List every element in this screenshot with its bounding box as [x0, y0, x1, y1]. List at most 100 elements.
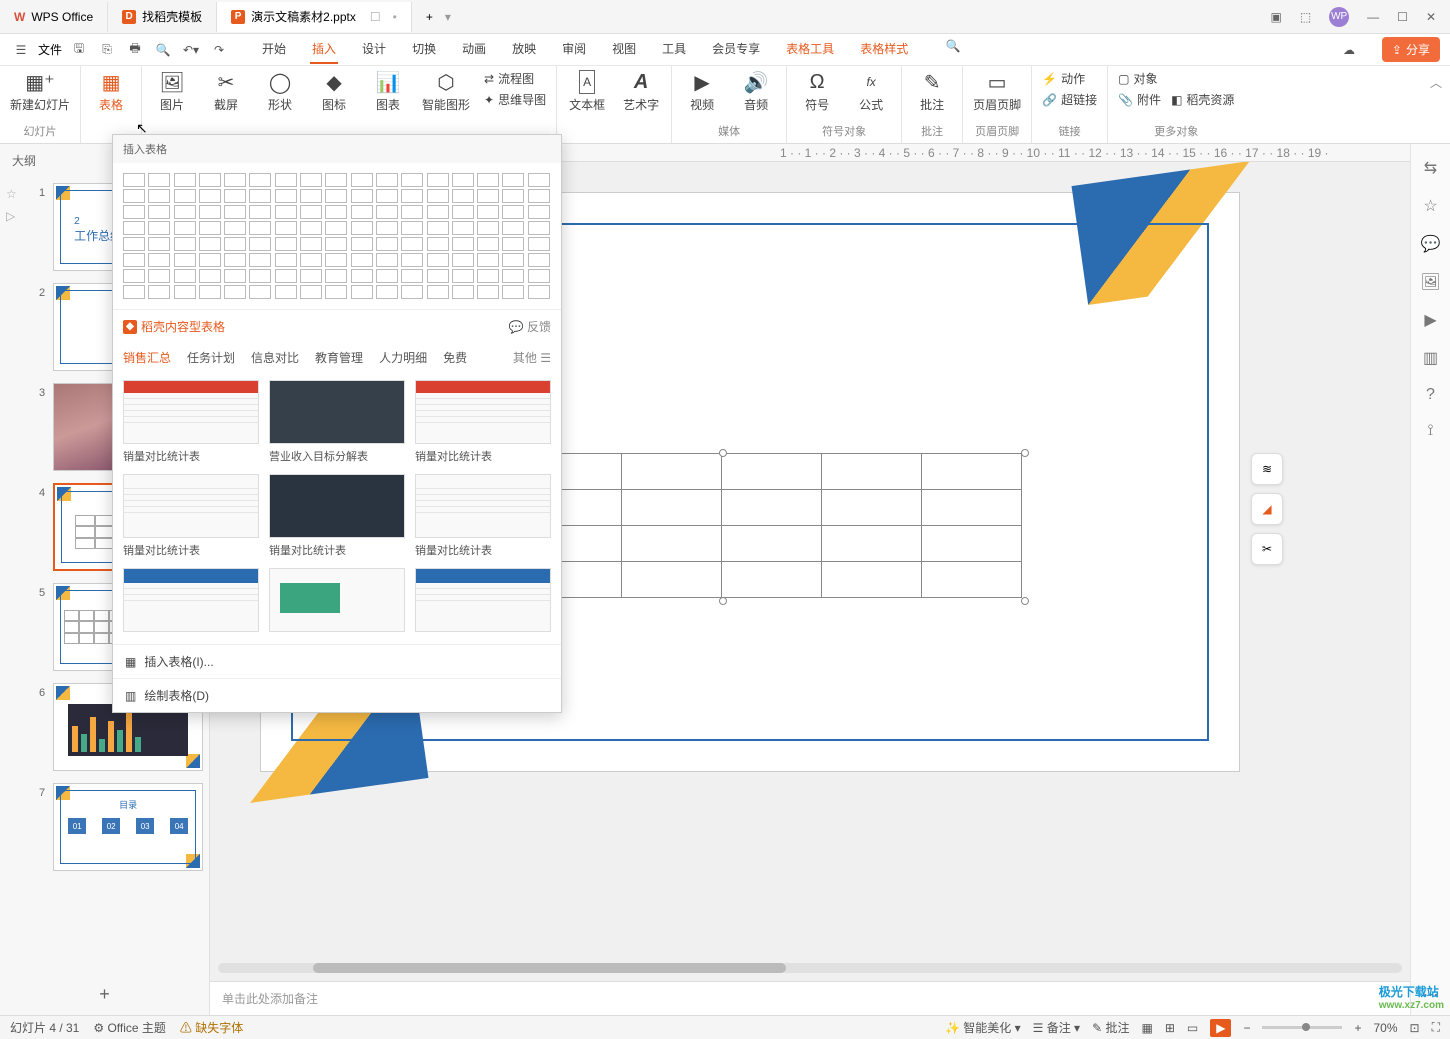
menu-table-tools[interactable]: 表格工具: [784, 35, 836, 64]
grid-cell[interactable]: [300, 237, 322, 251]
grid-cell[interactable]: [351, 221, 373, 235]
zoom-slider[interactable]: [1262, 1026, 1342, 1029]
grid-cell[interactable]: [174, 189, 196, 203]
grid-cell[interactable]: [148, 205, 170, 219]
grid-cell[interactable]: [199, 285, 221, 299]
grid-cell[interactable]: [427, 173, 449, 187]
grid-cell[interactable]: [401, 221, 423, 235]
grid-cell[interactable]: [376, 221, 398, 235]
grid-cell[interactable]: [199, 173, 221, 187]
window-maximize[interactable]: ☐: [1397, 10, 1408, 24]
grid-cell[interactable]: [300, 221, 322, 235]
view-reading-icon[interactable]: ▭: [1187, 1021, 1198, 1035]
grid-cell[interactable]: [224, 221, 246, 235]
chart-button[interactable]: 📊图表: [368, 70, 408, 113]
float-crop-icon[interactable]: ✂: [1251, 533, 1283, 565]
grid-cell[interactable]: [275, 205, 297, 219]
grid-cell[interactable]: [275, 253, 297, 267]
grid-cell[interactable]: [275, 221, 297, 235]
grid-cell[interactable]: [376, 237, 398, 251]
rail-star-icon[interactable]: ☆: [1423, 196, 1437, 216]
menu-view[interactable]: 视图: [610, 35, 638, 64]
h-scrollbar[interactable]: [218, 963, 1402, 973]
shapes-button[interactable]: ◯形状: [260, 70, 300, 113]
grid-cell[interactable]: [401, 269, 423, 283]
grid-cell[interactable]: [148, 253, 170, 267]
grid-cell[interactable]: [502, 173, 524, 187]
grid-cell[interactable]: [325, 221, 347, 235]
rail-settings-icon[interactable]: ⇆: [1424, 158, 1437, 178]
grid-cell[interactable]: [325, 205, 347, 219]
grid-cell[interactable]: [249, 173, 271, 187]
grid-cell[interactable]: [477, 253, 499, 267]
grid-cell[interactable]: [401, 173, 423, 187]
cat-task[interactable]: 任务计划: [187, 349, 235, 366]
grid-cell[interactable]: [452, 173, 474, 187]
grid-cell[interactable]: [300, 285, 322, 299]
grid-cell[interactable]: [224, 205, 246, 219]
menu-member[interactable]: 会员专享: [710, 35, 762, 64]
tab-document[interactable]: P演示文稿素材2.pptx☐•: [217, 2, 412, 32]
grid-cell[interactable]: [502, 253, 524, 267]
menu-icon[interactable]: ☰: [10, 39, 32, 61]
grid-cell[interactable]: [275, 173, 297, 187]
fit-icon[interactable]: ⊡: [1410, 1021, 1420, 1035]
grid-cell[interactable]: [123, 285, 145, 299]
thumb-7[interactable]: 7目录 01 02 03 04: [6, 783, 203, 871]
template-item[interactable]: [415, 568, 551, 636]
selection-handle[interactable]: [719, 597, 727, 605]
grid-cell[interactable]: [148, 189, 170, 203]
grid-cell[interactable]: [502, 205, 524, 219]
grid-cell[interactable]: [376, 205, 398, 219]
video-button[interactable]: ▶视频: [682, 70, 722, 113]
cat-free[interactable]: 免费: [443, 349, 467, 366]
selection-handle[interactable]: [1021, 597, 1029, 605]
grid-cell[interactable]: [300, 189, 322, 203]
redo-icon[interactable]: ↷: [208, 39, 230, 61]
grid-cell[interactable]: [351, 189, 373, 203]
grid-cell[interactable]: [452, 253, 474, 267]
cloud-icon[interactable]: ☁: [1338, 39, 1360, 61]
grid-cell[interactable]: [123, 173, 145, 187]
menu-table-style[interactable]: 表格样式: [858, 35, 910, 64]
picture-button[interactable]: 🖼图片: [152, 70, 192, 113]
menu-animation[interactable]: 动画: [460, 35, 488, 64]
grid-cell[interactable]: [477, 205, 499, 219]
template-item[interactable]: 销量对比统计表: [269, 474, 405, 558]
menu-start[interactable]: 开始: [260, 35, 288, 64]
grid-cell[interactable]: [477, 237, 499, 251]
template-item[interactable]: 销量对比统计表: [415, 380, 551, 464]
flowchart-button[interactable]: ⇄流程图: [484, 70, 546, 87]
grid-cell[interactable]: [123, 237, 145, 251]
grid-cell[interactable]: [224, 253, 246, 267]
cat-info[interactable]: 信息对比: [251, 349, 299, 366]
grid-cell[interactable]: [528, 253, 550, 267]
zoom-in[interactable]: +: [1354, 1021, 1361, 1035]
theme-indicator[interactable]: ⚙ Office 主题: [93, 1019, 166, 1036]
cube-icon[interactable]: ▣: [1270, 10, 1281, 24]
grid-cell[interactable]: [401, 205, 423, 219]
grid-cell[interactable]: [199, 237, 221, 251]
grid-cell[interactable]: [427, 269, 449, 283]
template-item[interactable]: [269, 568, 405, 636]
preview-icon[interactable]: 🔍: [152, 39, 174, 61]
grid-cell[interactable]: [427, 189, 449, 203]
save-icon[interactable]: 🖫: [68, 39, 90, 61]
rail-chat-icon[interactable]: 💬: [1421, 234, 1441, 254]
tab-docell[interactable]: D找稻壳模板: [108, 2, 217, 32]
grid-cell[interactable]: [401, 189, 423, 203]
grid-cell[interactable]: [224, 189, 246, 203]
zoom-value[interactable]: 70%: [1374, 1021, 1398, 1035]
grid-cell[interactable]: [249, 221, 271, 235]
grid-cell[interactable]: [148, 173, 170, 187]
grid-cell[interactable]: [477, 269, 499, 283]
file-menu[interactable]: 文件: [38, 41, 62, 58]
headerfooter-button[interactable]: ▭页眉页脚: [973, 70, 1021, 113]
smartart-button[interactable]: ⬡智能图形: [422, 70, 470, 113]
textbox-button[interactable]: A文本框: [567, 70, 607, 113]
grid-cell[interactable]: [325, 253, 347, 267]
print-icon[interactable]: 🖶: [124, 39, 146, 61]
grid-cell[interactable]: [275, 285, 297, 299]
wordart-button[interactable]: A艺术字: [621, 70, 661, 113]
grid-cell[interactable]: [351, 253, 373, 267]
